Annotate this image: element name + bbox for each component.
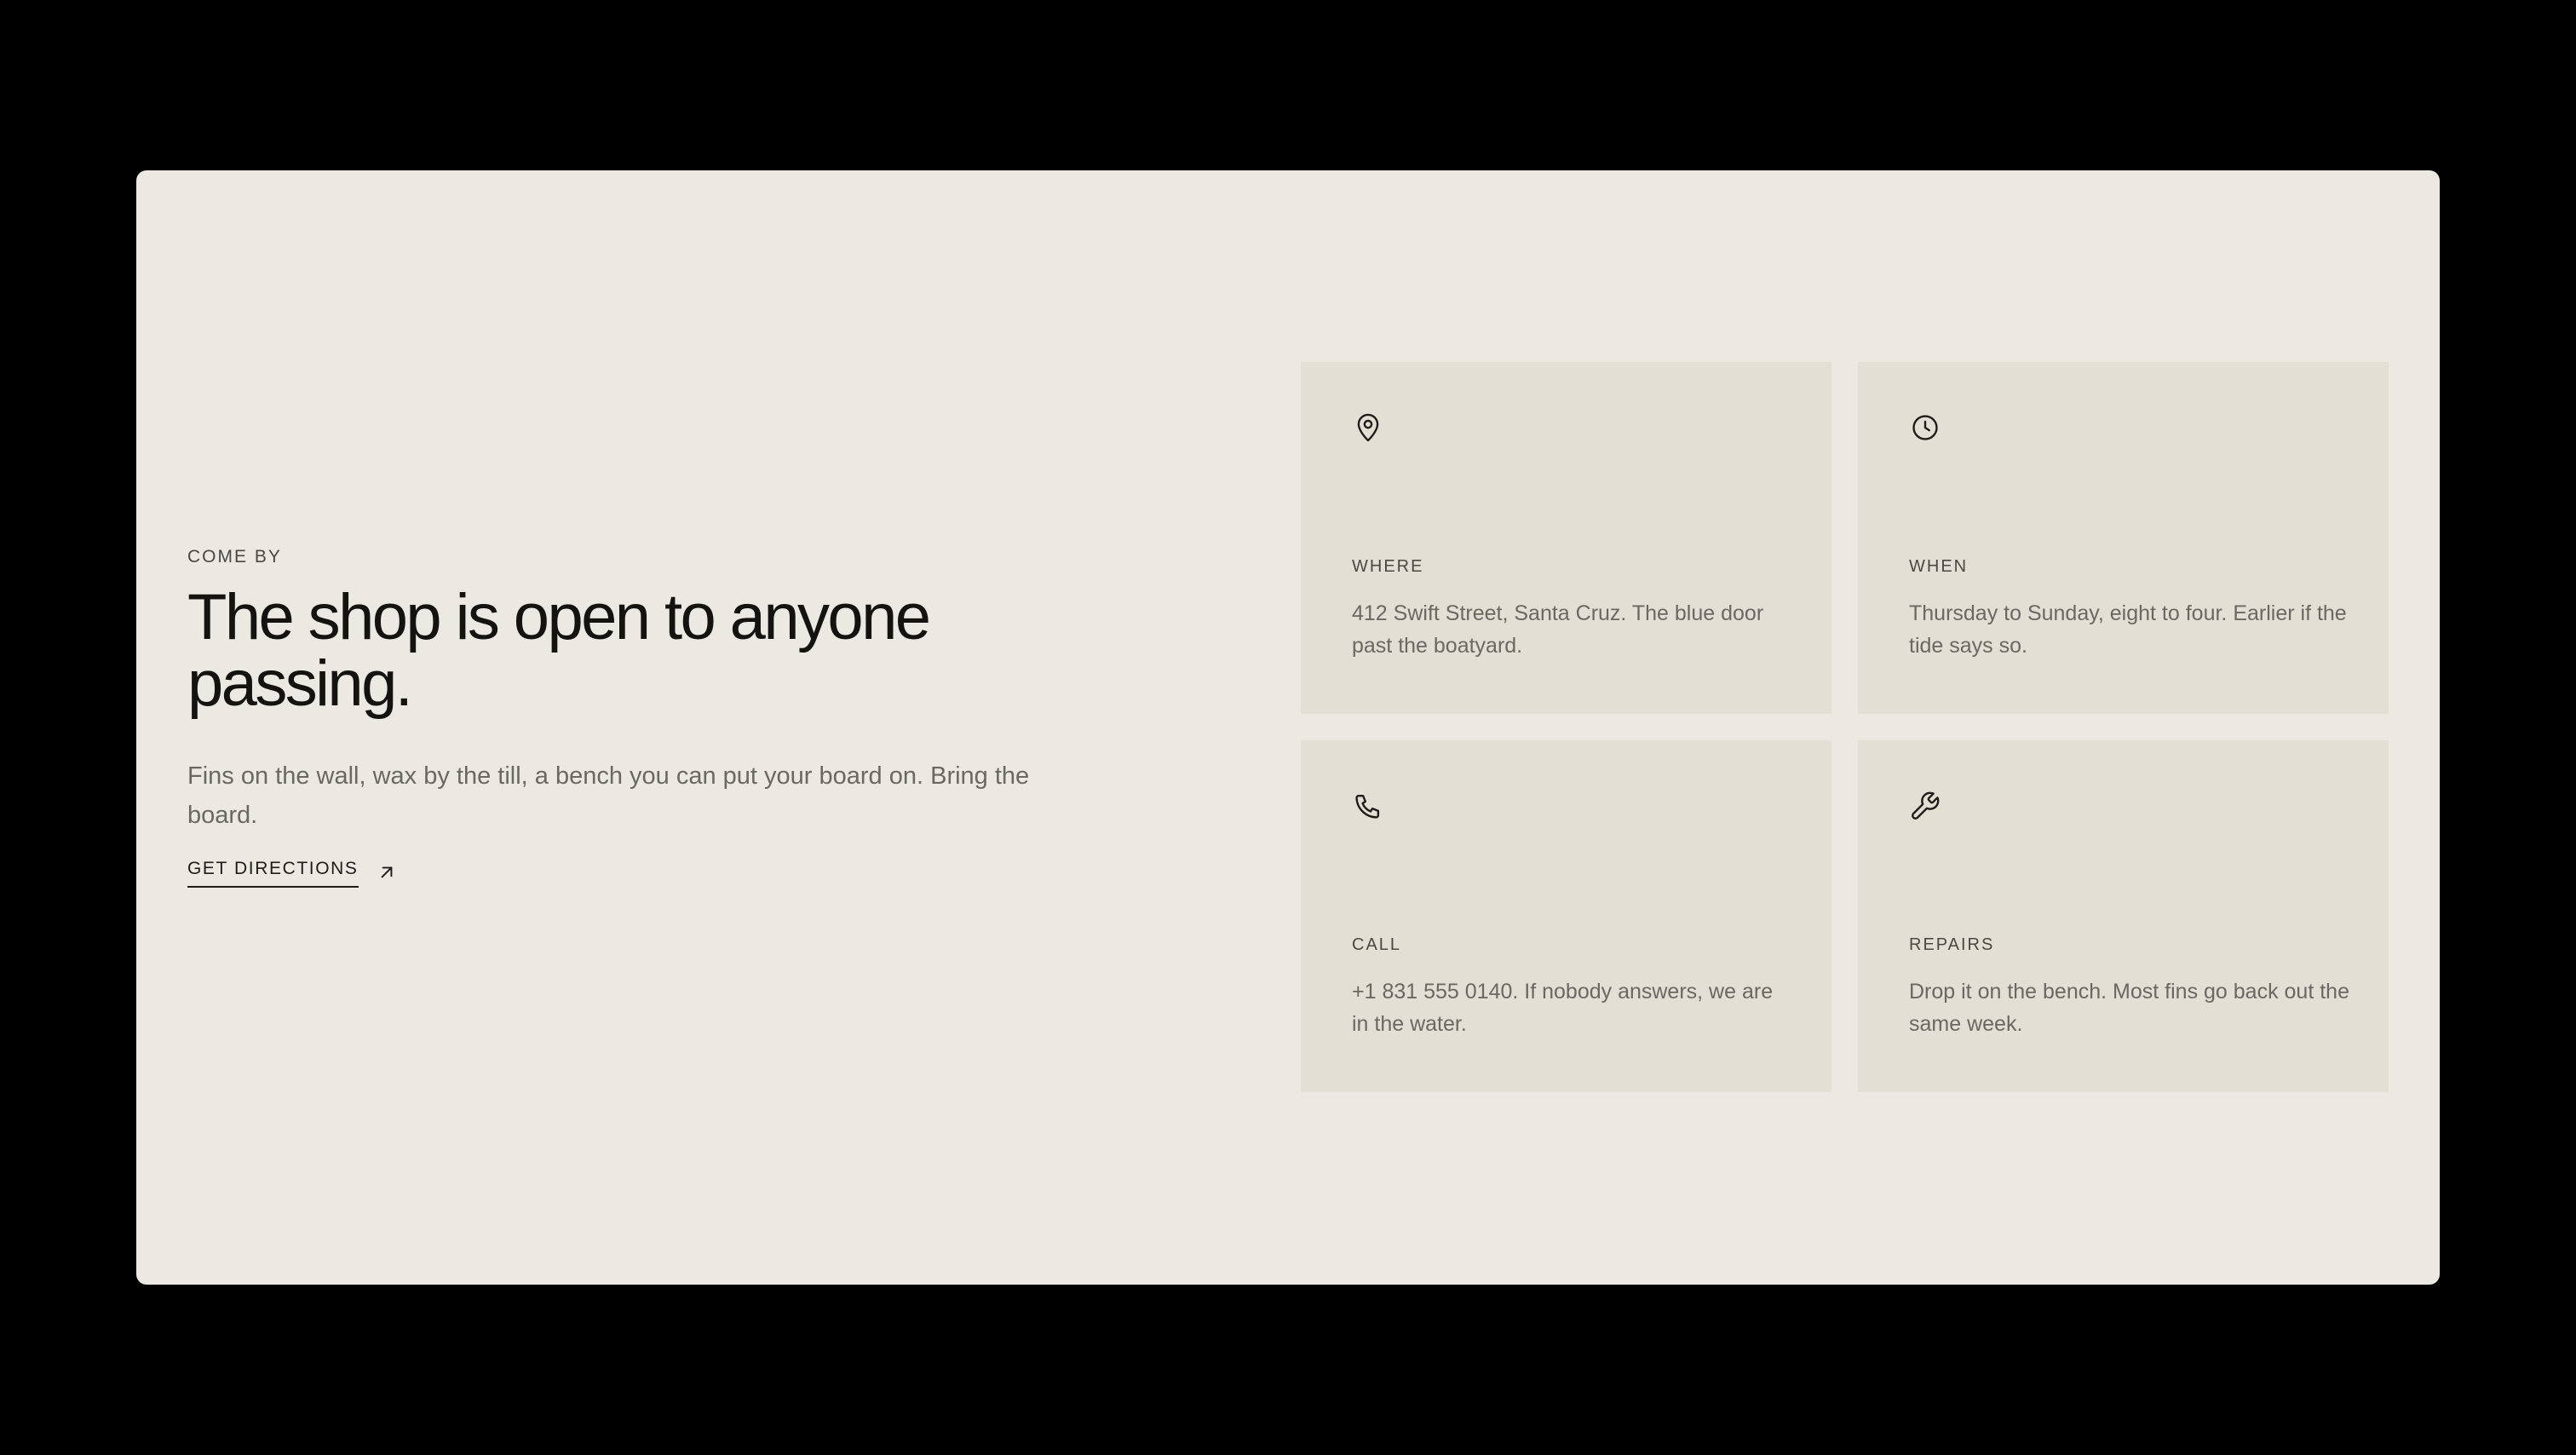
info-tile-label: CALL [1352, 935, 1402, 954]
map-pin-icon [1352, 411, 1384, 444]
get-directions-link[interactable]: GET DIRECTIONS [187, 859, 398, 888]
info-tile-when: WHEN Thursday to Sunday, eight to four. … [1858, 362, 2389, 714]
info-tile-label: WHEN [1909, 557, 1969, 576]
arrow-up-right-icon [376, 861, 398, 883]
info-tile-call: CALL +1 831 555 0140. If nobody answers,… [1301, 740, 1831, 1092]
intro-paragraph: Fins on the wall, wax by the till, a ben… [187, 762, 1030, 829]
info-tile-repairs: REPAIRS Drop it on the bench. Most fins … [1858, 740, 2389, 1092]
section-eyebrow: COME BY [187, 547, 282, 566]
wrench-icon [1909, 790, 1941, 822]
info-grid: WHERE 412 Swift Street, Santa Cruz. The … [1301, 362, 2389, 1093]
intro-section: COME BY The shop is open to anyone passi… [187, 545, 1107, 888]
info-tile-text: Thursday to Sunday, eight to four. Earli… [1909, 601, 2347, 658]
info-tile-where: WHERE 412 Swift Street, Santa Cruz. The … [1301, 362, 1831, 714]
info-tile-label: REPAIRS [1909, 935, 1995, 954]
get-directions-label: GET DIRECTIONS [187, 859, 359, 888]
info-tile-text: Drop it on the bench. Most fins go back … [1909, 980, 2349, 1036]
contact-card: COME BY The shop is open to anyone passi… [136, 170, 2440, 1285]
info-tile-text: 412 Swift Street, Santa Cruz. The blue d… [1352, 601, 1764, 658]
phone-icon [1352, 790, 1384, 822]
info-tile-text: +1 831 555 0140. If nobody answers, we a… [1352, 980, 1774, 1036]
page-title: The shop is open to anyone passing. [187, 581, 931, 720]
clock-icon [1909, 411, 1941, 444]
info-tile-label: WHERE [1352, 557, 1424, 576]
